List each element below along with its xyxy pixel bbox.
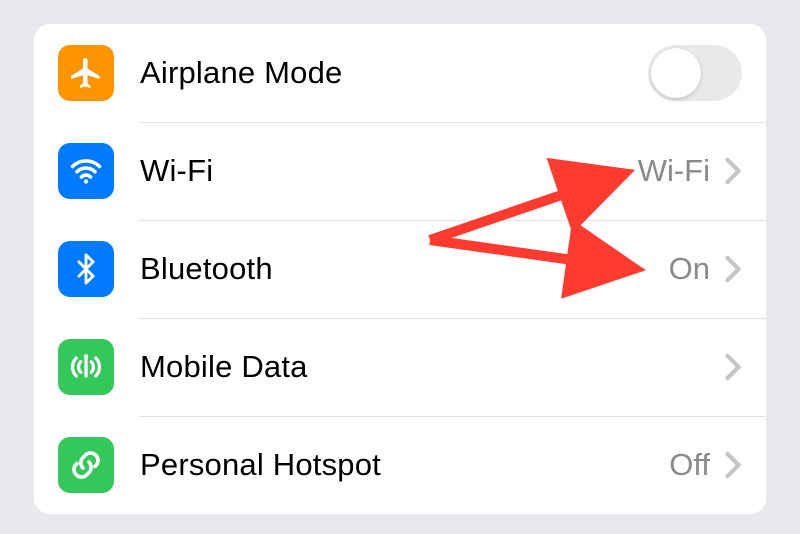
bluetooth-icon bbox=[58, 241, 114, 297]
row-mobile-data[interactable]: Mobile Data bbox=[34, 318, 766, 416]
airplane-mode-toggle[interactable] bbox=[648, 45, 742, 101]
row-personal-hotspot[interactable]: Personal Hotspot Off bbox=[34, 416, 766, 514]
chevron-right-icon bbox=[724, 451, 742, 479]
row-label: Personal Hotspot bbox=[140, 447, 669, 483]
wifi-icon bbox=[58, 143, 114, 199]
row-bluetooth[interactable]: Bluetooth On bbox=[34, 220, 766, 318]
settings-card: Airplane Mode Wi-Fi Wi-Fi Bluetooth O bbox=[34, 24, 766, 514]
row-value: Off bbox=[669, 447, 710, 483]
chevron-right-icon bbox=[724, 255, 742, 283]
chevron-right-icon bbox=[724, 353, 742, 381]
row-label: Mobile Data bbox=[140, 349, 716, 385]
row-wifi[interactable]: Wi-Fi Wi-Fi bbox=[34, 122, 766, 220]
row-value: Wi-Fi bbox=[638, 153, 710, 189]
airplane-icon bbox=[58, 45, 114, 101]
link-icon bbox=[58, 437, 114, 493]
row-label: Bluetooth bbox=[140, 251, 669, 287]
row-airplane-mode[interactable]: Airplane Mode bbox=[34, 24, 766, 122]
row-value: On bbox=[669, 251, 710, 287]
row-label: Wi-Fi bbox=[140, 153, 638, 189]
row-label: Airplane Mode bbox=[140, 55, 648, 91]
toggle-knob bbox=[651, 48, 701, 98]
cellular-icon bbox=[58, 339, 114, 395]
chevron-right-icon bbox=[724, 157, 742, 185]
